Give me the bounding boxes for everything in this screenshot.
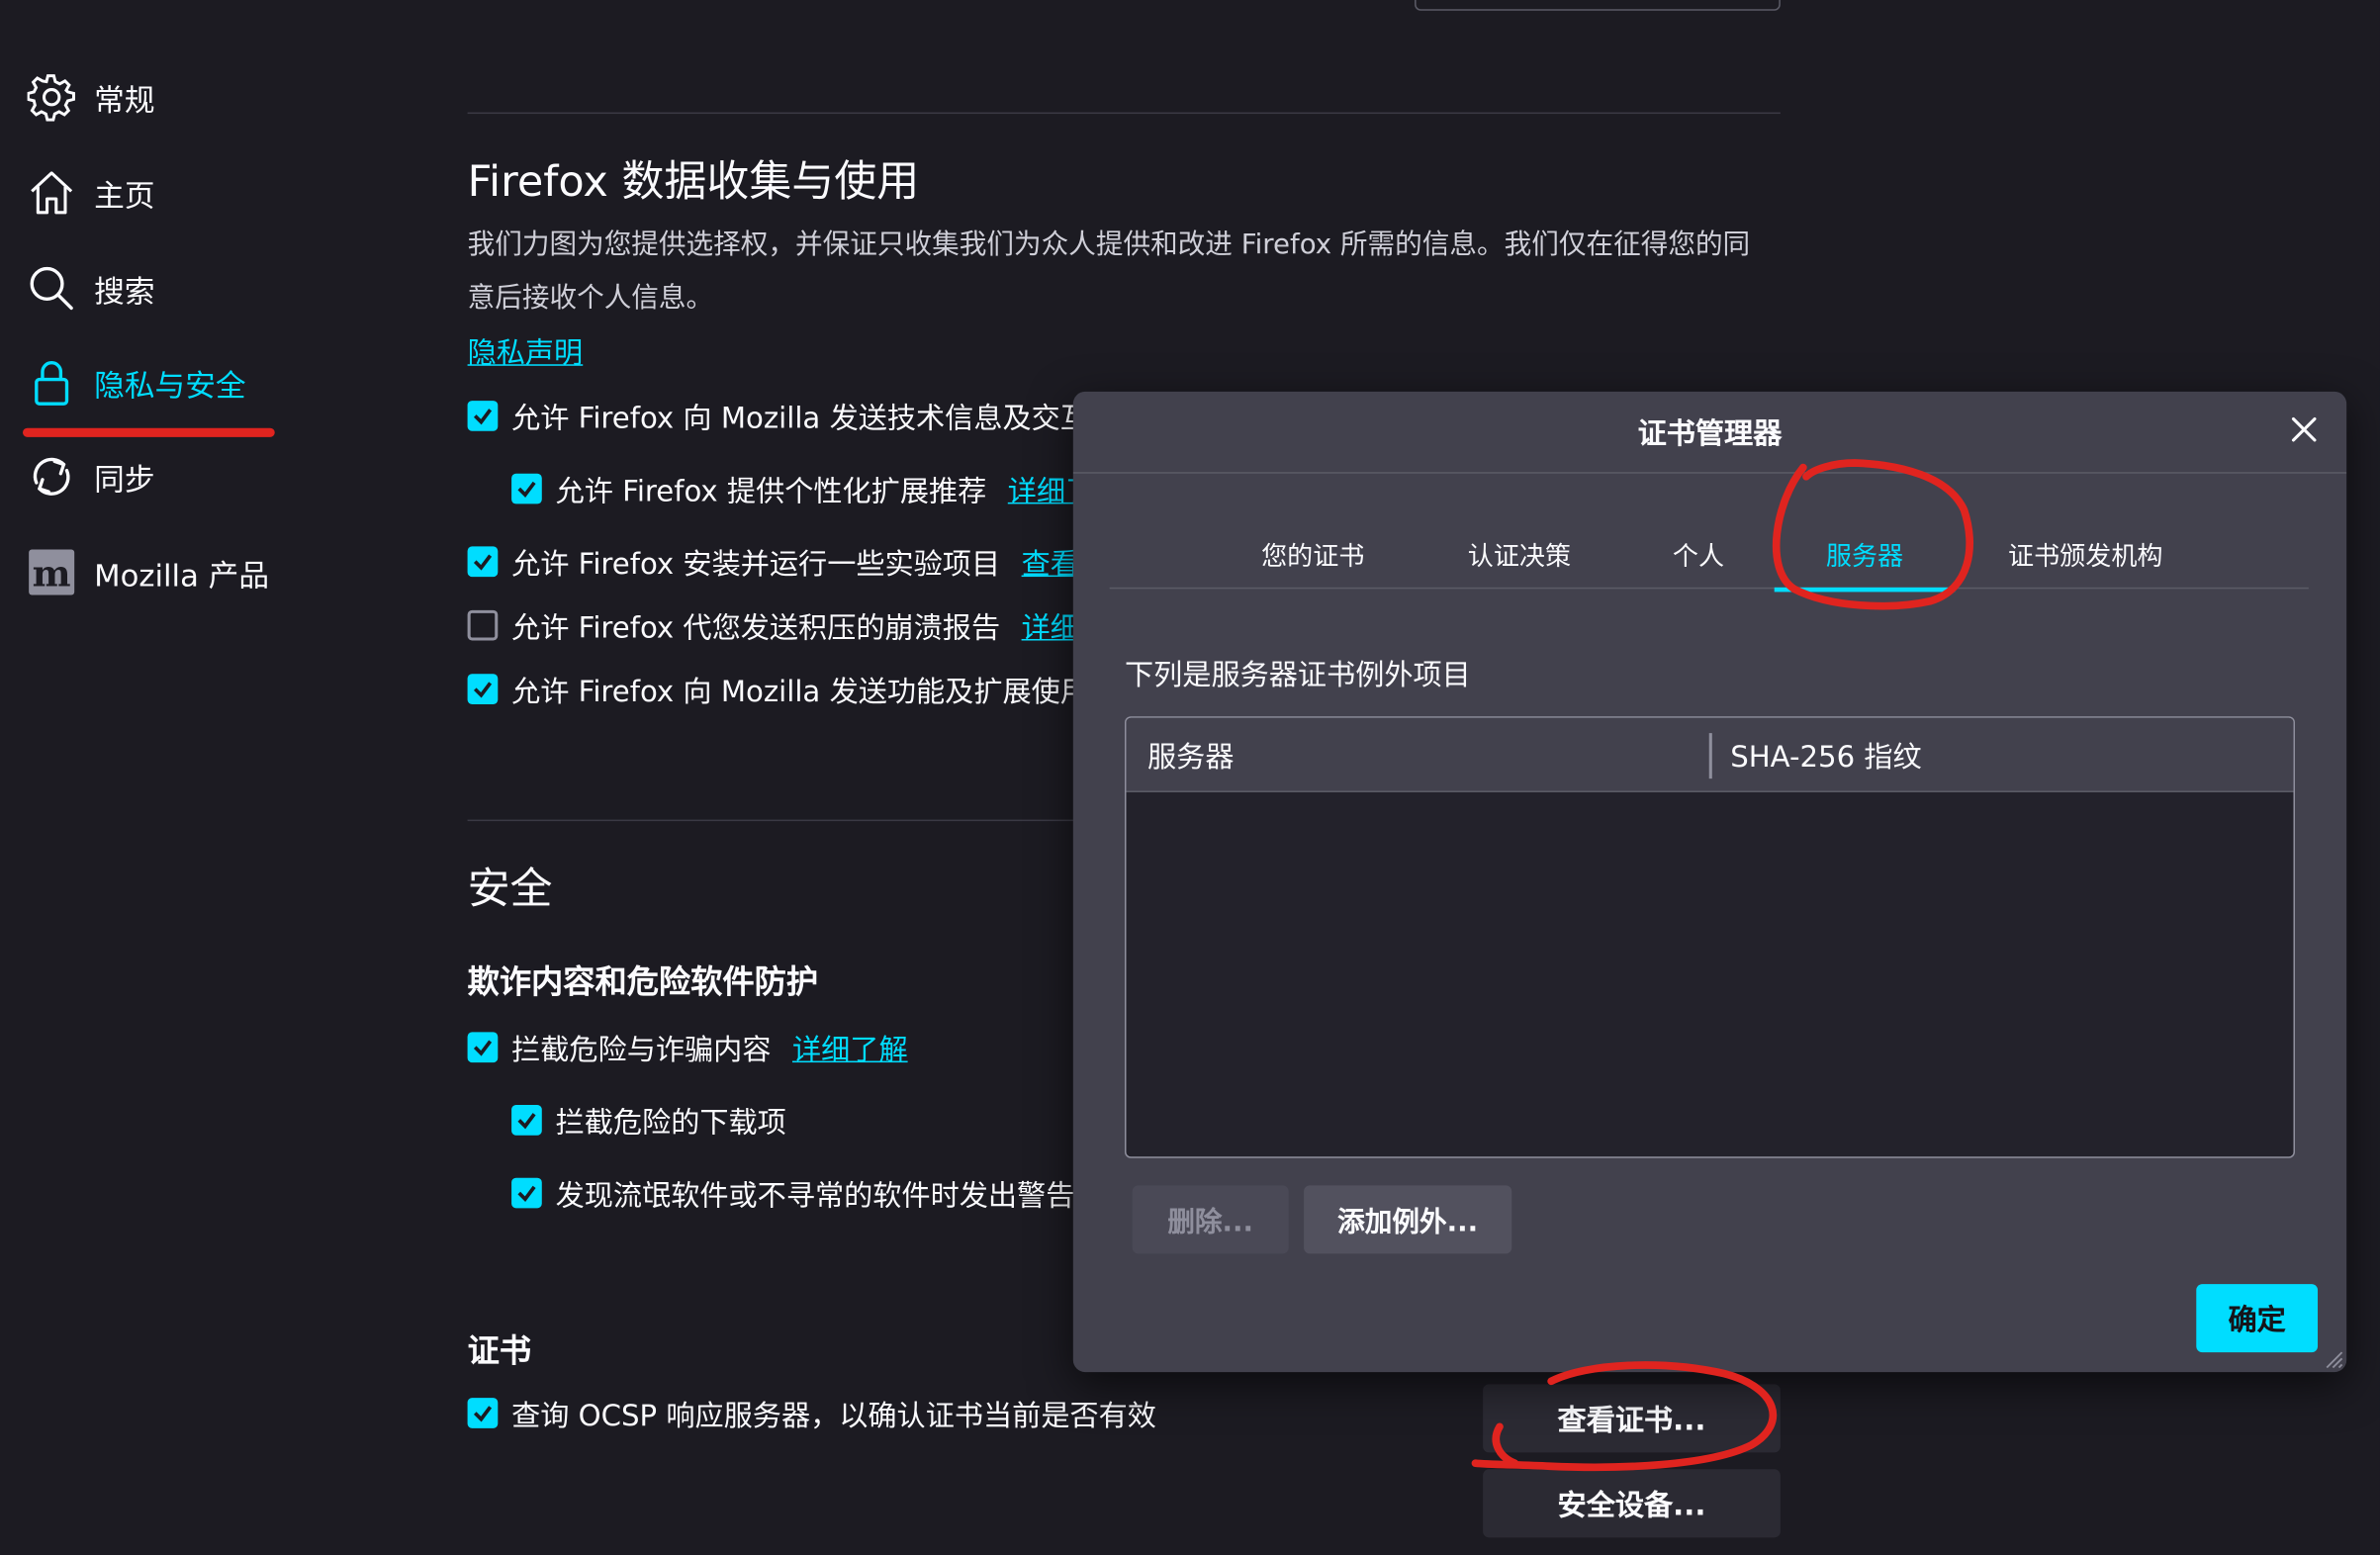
svg-text:m: m	[33, 551, 71, 595]
preferences-page: 常规 主页 搜索 隐私与安全 同步 m Mozilla 产品 Firefox 数…	[0, 0, 2380, 1555]
close-button[interactable]	[2283, 412, 2326, 454]
checkbox-checked[interactable]	[511, 473, 542, 504]
resize-grip-icon[interactable]	[2320, 1344, 2344, 1369]
deceptive-content-subtitle: 欺诈内容和危险软件防护	[467, 963, 819, 1001]
sidebar-item-label: Mozilla 产品	[94, 556, 270, 594]
checkbox-checked[interactable]	[467, 1032, 499, 1063]
certificate-manager-dialog: 证书管理器 您的证书 认证决策 个人 服务器 证书颁发机构 下列是服务器证书例外…	[1072, 391, 2347, 1373]
tab-authorities[interactable]: 证书颁发机构	[2005, 516, 2166, 590]
section-divider	[467, 112, 1781, 115]
block-dangerous-content-checkbox-row[interactable]: 拦截危险与诈骗内容 详细了解	[467, 1026, 908, 1068]
dialog-titlebar: 证书管理器	[1072, 392, 2347, 474]
checkbox-label: 允许 Firefox 安装并运行一些实验项目	[511, 547, 1001, 581]
previous-section-button[interactable]	[1415, 0, 1781, 11]
lock-icon	[28, 358, 76, 407]
extension-recommendations-checkbox-row[interactable]: 允许 Firefox 提供个性化扩展推荐 详细了	[511, 468, 1094, 510]
column-header-server[interactable]: 服务器	[1147, 718, 1234, 792]
sidebar-item-label: 主页	[94, 176, 155, 214]
dialog-title: 证书管理器	[1637, 416, 1783, 451]
ocsp-checkbox-row[interactable]: 查询 OCSP 响应服务器，以确认证书当前是否有效	[467, 1392, 1156, 1434]
checkbox-label: 拦截危险的下载项	[555, 1105, 786, 1140]
annotation-underline	[23, 427, 275, 437]
sidebar-item-mozilla[interactable]: m Mozilla 产品	[28, 542, 269, 602]
checkbox-checked[interactable]	[511, 1105, 542, 1136]
tab-servers[interactable]: 服务器	[1774, 516, 1956, 593]
checkbox-label: 拦截危险与诈骗内容	[511, 1033, 772, 1066]
sync-icon	[28, 452, 76, 501]
security-title: 安全	[467, 864, 553, 914]
block-dangerous-downloads-checkbox-row[interactable]: 拦截危险的下载项	[511, 1099, 786, 1142]
checkbox-label: 允许 Firefox 向 Mozilla 发送技术信息及交互	[511, 401, 1089, 435]
checkbox-checked[interactable]	[511, 1177, 542, 1209]
sidebar-item-label: 常规	[94, 81, 155, 118]
column-separator[interactable]	[1708, 733, 1712, 779]
usage-data-checkbox-row[interactable]: 允许 Firefox 向 Mozilla 发送功能及扩展使用	[467, 668, 1089, 710]
mozilla-logo-icon: m	[28, 548, 76, 596]
checkbox-label: 允许 Firefox 向 Mozilla 发送功能及扩展使用	[511, 675, 1089, 708]
view-certificates-button[interactable]: 查看证书...	[1483, 1384, 1781, 1453]
column-header-sha256[interactable]: SHA-256 指纹	[1730, 718, 1921, 792]
sidebar-item-privacy[interactable]: 隐私与安全	[28, 352, 246, 412]
warn-unwanted-software-checkbox-row[interactable]: 发现流氓软件或不寻常的软件时发出警告	[511, 1172, 1074, 1215]
close-icon	[2289, 414, 2320, 451]
data-collection-description: 我们力图为您提供选择权，并保证只收集我们为众人提供和改进 Firefox 所需的…	[467, 229, 1751, 315]
table-header: 服务器 SHA-256 指纹	[1126, 717, 2294, 792]
crash-reports-checkbox-row[interactable]: 允许 Firefox 代您发送积压的崩溃报告 详细	[467, 604, 1079, 647]
telemetry-checkbox-row[interactable]: 允许 Firefox 向 Mozilla 发送技术信息及交互	[467, 395, 1089, 437]
security-devices-button[interactable]: 安全设备...	[1483, 1469, 1781, 1538]
data-collection-title: Firefox 数据收集与使用	[467, 156, 920, 207]
checkbox-checked[interactable]	[467, 546, 499, 578]
privacy-notice-link[interactable]: 隐私声明	[468, 330, 584, 371]
sidebar-item-home[interactable]: 主页	[28, 162, 155, 223]
checkbox-label: 发现流氓软件或不寻常的软件时发出警告	[555, 1178, 1075, 1213]
server-exceptions-table[interactable]: 服务器 SHA-256 指纹	[1124, 716, 2296, 1158]
tab-authentication-decisions[interactable]: 认证决策	[1465, 516, 1574, 590]
sidebar-item-search[interactable]: 搜索	[28, 258, 155, 319]
sidebar-item-sync[interactable]: 同步	[28, 446, 155, 506]
delete-button[interactable]: 删除...	[1132, 1185, 1289, 1254]
certificates-title: 证书	[467, 1332, 532, 1370]
home-icon	[28, 168, 76, 217]
checkbox-checked[interactable]	[467, 674, 499, 704]
view-studies-link[interactable]: 查看	[1022, 541, 1079, 582]
checkbox-label: 允许 Firefox 代您发送积压的崩溃报告	[511, 610, 1001, 645]
add-exception-button[interactable]: 添加例外...	[1304, 1185, 1512, 1254]
checkbox-unchecked[interactable]	[467, 609, 499, 641]
server-exceptions-description: 下列是服务器证书例外项目	[1124, 658, 1471, 692]
gear-icon	[27, 73, 76, 122]
sidebar-item-label: 隐私与安全	[94, 366, 246, 404]
sidebar-item-label: 搜索	[94, 272, 155, 310]
tab-people[interactable]: 个人	[1670, 516, 1727, 590]
section-divider	[467, 819, 1075, 822]
sidebar-item-label: 同步	[94, 460, 155, 498]
sidebar-item-general[interactable]: 常规	[27, 67, 155, 128]
checkbox-checked[interactable]	[467, 1398, 499, 1428]
checkbox-checked[interactable]	[467, 401, 499, 431]
checkbox-label: 允许 Firefox 提供个性化扩展推荐	[555, 474, 987, 508]
studies-checkbox-row[interactable]: 允许 Firefox 安装并运行一些实验项目 查看	[467, 540, 1079, 583]
search-icon	[28, 264, 76, 313]
tab-your-certificates[interactable]: 您的证书	[1258, 516, 1367, 590]
learn-more-link[interactable]: 详细	[1022, 604, 1079, 645]
certificate-tabs: 您的证书 认证决策 个人 服务器 证书颁发机构	[1109, 516, 2309, 593]
ok-button[interactable]: 确定	[2196, 1284, 2319, 1353]
checkbox-label: 查询 OCSP 响应服务器，以确认证书当前是否有效	[511, 1398, 1156, 1432]
learn-more-link[interactable]: 详细了解	[792, 1027, 908, 1067]
